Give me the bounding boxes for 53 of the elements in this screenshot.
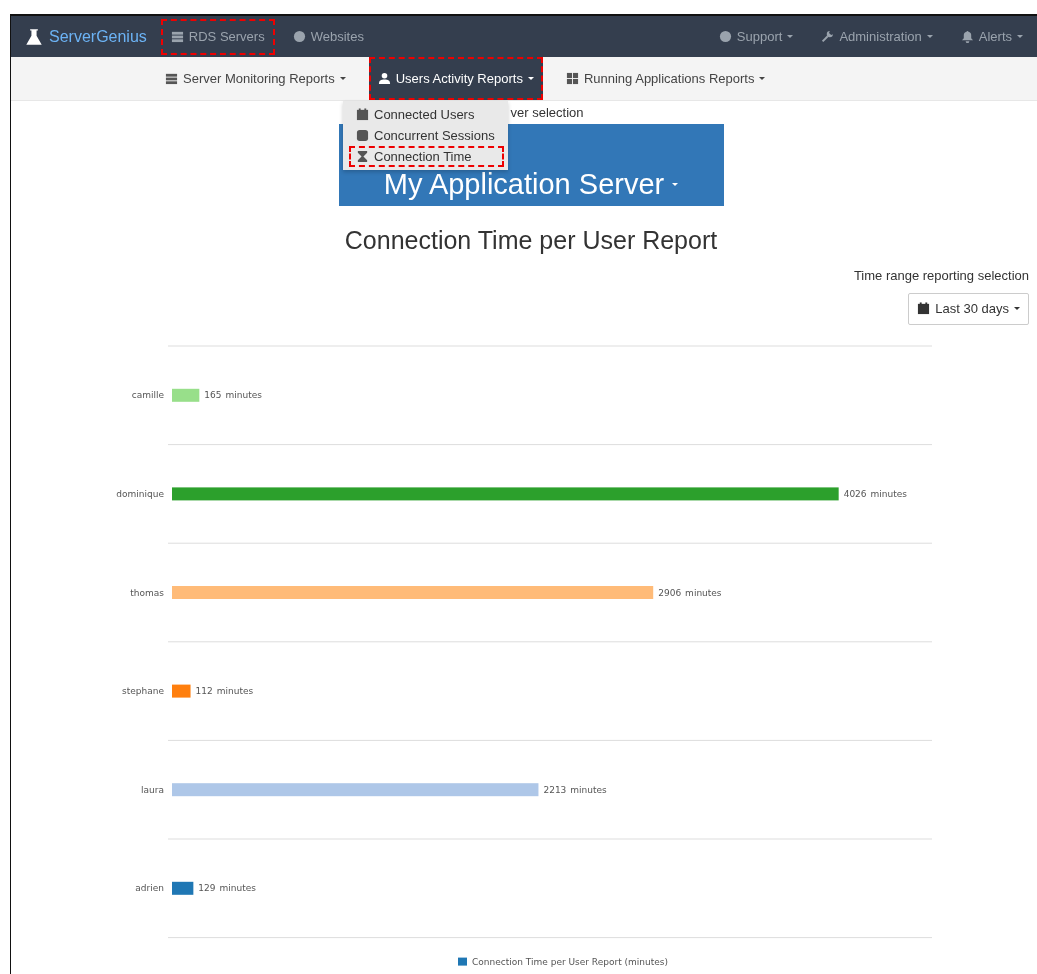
- caret-icon: [1017, 35, 1023, 38]
- unit-label: minutes: [216, 685, 254, 696]
- user-icon: [377, 72, 391, 85]
- caret-icon: [787, 35, 794, 38]
- axis-label: camille: [131, 389, 164, 400]
- caret-icon: [926, 35, 933, 38]
- value-label: 112: [195, 685, 213, 696]
- axis-label: adrien: [135, 882, 164, 893]
- caret-icon: [759, 77, 766, 80]
- caret-icon: [339, 77, 346, 80]
- report-tab[interactable]: Server Monitoring Reports: [156, 57, 355, 100]
- caret-icon: [672, 183, 679, 186]
- nav-dropdown[interactable]: Administration: [811, 18, 943, 55]
- calendar-icon: [917, 302, 931, 316]
- report-title: Connection Time per User Report: [344, 225, 718, 256]
- dropdown-item[interactable]: Concurrent Sessions: [349, 125, 504, 146]
- report-tab[interactable]: Users Activity Reports: [368, 57, 543, 100]
- unit-label: minutes: [685, 587, 722, 597]
- unit-label: minutes: [225, 389, 262, 400]
- caret-icon: [1014, 307, 1020, 311]
- nav-link[interactable]: RDS Servers: [160, 18, 275, 55]
- value-label: 129: [198, 882, 216, 893]
- value-label: 4026: [843, 488, 867, 499]
- value-label: 165: [204, 389, 222, 400]
- axis-label: thomas: [130, 587, 164, 597]
- unit-label: minutes: [870, 488, 907, 499]
- bell-icon: [960, 30, 974, 43]
- axis-label: stephane: [122, 685, 164, 696]
- unit-label: minutes: [570, 784, 607, 795]
- dropdown-item[interactable]: Connection Time: [349, 146, 504, 167]
- value-label: 2906: [658, 587, 682, 597]
- nav-dropdown[interactable]: Support: [708, 18, 804, 55]
- nav-dropdown[interactable]: Alerts: [950, 18, 1033, 55]
- hourglass-icon: [356, 150, 369, 163]
- grid-icon: [565, 72, 579, 85]
- axis-label: laura: [141, 784, 164, 795]
- calendar-icon: [356, 108, 369, 121]
- nav-link[interactable]: Websites: [282, 18, 374, 55]
- unit-label: minutes: [219, 882, 256, 893]
- dropdown-item[interactable]: Connected Users: [349, 104, 504, 125]
- time-range-label: Time range reporting selection: [853, 266, 1029, 285]
- wrench-icon: [821, 30, 835, 43]
- server-selection-label: ver selection: [510, 105, 584, 120]
- axis-label: dominique: [116, 488, 164, 499]
- flask-icon: [25, 27, 43, 46]
- report-tab[interactable]: Running Applications Reports: [556, 57, 775, 100]
- value-label: 2213: [543, 784, 567, 795]
- server-icon: [165, 72, 178, 85]
- time-range-dropdown[interactable]: Last 30 days: [908, 293, 1029, 325]
- legend-label: Connection Time per User Report (minutes): [472, 956, 668, 967]
- server-icon: [170, 30, 184, 43]
- caret-icon: [527, 77, 534, 80]
- brand-link[interactable]: ServerGenius: [11, 24, 161, 49]
